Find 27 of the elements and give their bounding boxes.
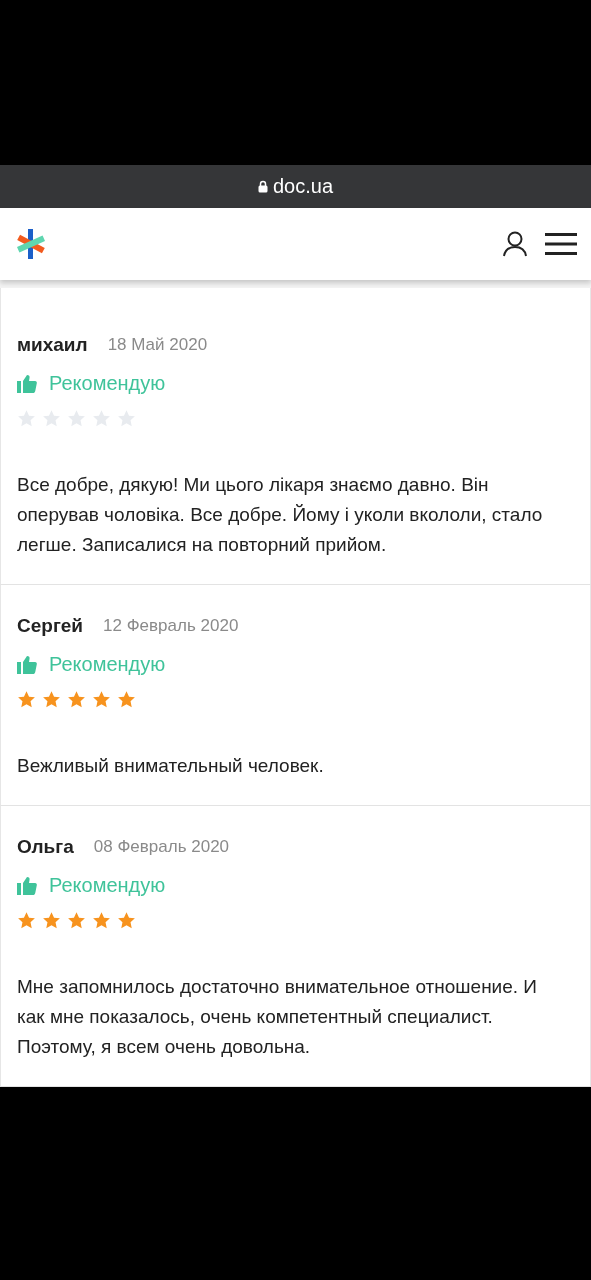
recommend-label: Рекомендую (49, 372, 166, 395)
star-icon (117, 690, 136, 709)
recommend-label: Рекомендую (49, 653, 166, 676)
star-icon (67, 911, 86, 930)
star-icon (42, 911, 61, 930)
author-name: Ольга (17, 836, 74, 858)
author-name: михаил (17, 334, 88, 356)
review-text: Вежливый внимательный человек. (17, 754, 325, 778)
star-icon (17, 911, 36, 930)
star-icon (67, 690, 86, 709)
star-icon (42, 690, 61, 709)
star-icon (92, 911, 111, 930)
review-date: 08 Февраль 2020 (93, 837, 230, 857)
profile-icon[interactable] (503, 231, 527, 257)
review-date: 12 Февраль 2020 (103, 616, 239, 636)
lock-icon (257, 180, 268, 193)
recommend-label: Рекомендую (49, 874, 166, 897)
review-text: Мне запомнилось достаточно внимательное отношение. И как мне показалось, очень компетентный специалист. Поэтому, я всем очень довольна. (17, 975, 538, 1059)
review-date: 18 Май 2020 (107, 335, 208, 355)
logo-icon[interactable] (15, 229, 47, 259)
review-text: Все добре, дякую! Ми цього лікаря знаємо давно. Він оперував чоловіка. Все добре. Йому і уколи вкололи, стало легше. Записалися на повторний прийом. (17, 473, 544, 557)
star-icon (117, 911, 136, 930)
author-name: Сергей (17, 615, 84, 637)
star-icon (92, 690, 111, 709)
menu-icon[interactable] (545, 233, 577, 255)
url-text[interactable]: doc.ua (272, 175, 334, 198)
star-icon (17, 690, 36, 709)
